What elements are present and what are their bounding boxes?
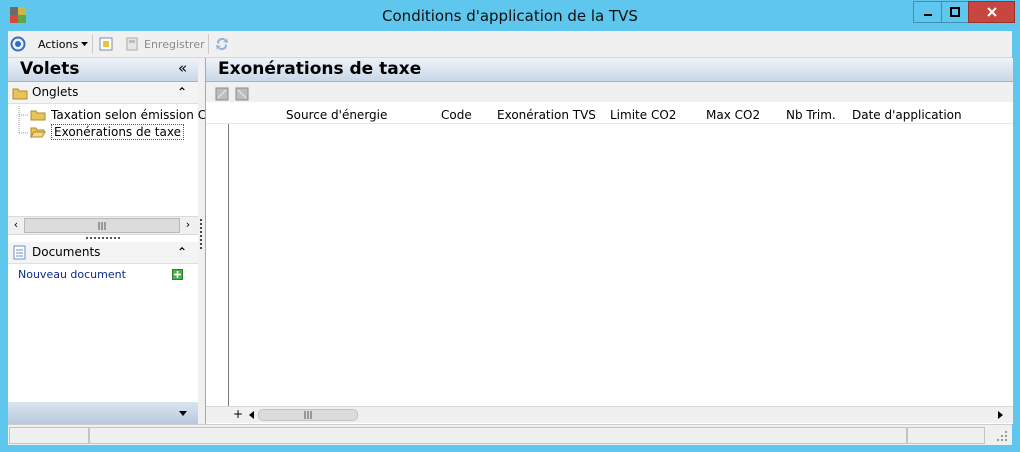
column-header[interactable]: Source d'énergie: [286, 108, 387, 122]
new-button[interactable]: [98, 35, 114, 53]
column-header[interactable]: Max CO2: [706, 108, 760, 122]
scroll-right-arrow-icon[interactable]: ›: [182, 218, 194, 232]
target-icon: [10, 36, 26, 52]
dropdown-arrow-icon[interactable]: [178, 410, 188, 418]
add-row-icon[interactable]: +: [233, 407, 243, 421]
content-header: Exonérations de taxe: [206, 58, 1013, 82]
onglets-section-header[interactable]: Onglets ⌃: [8, 82, 198, 104]
dropdown-arrow-icon: [81, 42, 89, 46]
left-horizontal-scrollbar[interactable]: ‹ ›: [8, 216, 198, 235]
pane-footer: [8, 402, 198, 424]
scroll-thumb[interactable]: [24, 218, 180, 233]
scroll-right-arrow-icon[interactable]: [996, 410, 1004, 420]
document-icon: [13, 245, 26, 260]
left-pane: Volets « Onglets ⌃ Taxation selon émissi…: [8, 58, 223, 424]
scroll-thumb[interactable]: [258, 409, 358, 421]
grip-icon: [98, 222, 106, 230]
actions-label: Actions: [38, 37, 79, 51]
actions-menu-button[interactable]: Actions: [38, 35, 90, 53]
refresh-icon: [216, 38, 228, 51]
save-button[interactable]: Enregistrer: [124, 35, 205, 53]
window-title: Conditions d'application de la TVS: [382, 7, 638, 25]
save-label: Enregistrer: [144, 37, 205, 51]
minimize-button[interactable]: [913, 1, 942, 23]
refresh-button[interactable]: [214, 35, 230, 53]
folder-icon: [12, 88, 28, 100]
grid-horizontal-scrollbar[interactable]: +: [206, 406, 1013, 423]
grid-row-selector-column: [206, 106, 229, 406]
volets-title: Volets: [20, 59, 80, 79]
maximize-icon: [950, 7, 960, 17]
grid-tool-icon[interactable]: [215, 87, 229, 101]
onglets-label: Onglets: [32, 85, 79, 99]
status-cell: [9, 427, 89, 444]
close-button[interactable]: [968, 1, 1015, 23]
volets-header: Volets «: [8, 58, 198, 82]
new-document-icon: [99, 37, 113, 51]
column-header[interactable]: Date d'application: [852, 108, 962, 122]
content-pane: Exonérations de taxe Source d'énergie Co…: [205, 58, 1013, 424]
tree-item-label: Exonérations de taxe: [51, 124, 184, 140]
collapse-pane-button[interactable]: «: [178, 59, 187, 77]
title-bar[interactable]: Conditions d'application de la TVS: [0, 0, 1020, 31]
minimize-icon: [923, 14, 932, 16]
status-bar: [8, 424, 1012, 445]
collapse-section-icon[interactable]: ⌃: [177, 85, 187, 99]
application-window: Conditions d'application de la TVS Actio…: [0, 0, 1020, 452]
toolbar-separator: [208, 34, 209, 54]
add-icon[interactable]: [172, 269, 183, 280]
scroll-left-arrow-icon[interactable]: [248, 410, 256, 420]
resize-grip-icon[interactable]: [996, 430, 1008, 442]
home-button[interactable]: [10, 35, 26, 53]
client-area: Actions Enregistrer Volets « Onglets ⌃ T…: [8, 31, 1013, 445]
grid-header: Source d'énergie Code Exonération TVS Li…: [206, 106, 1013, 124]
grip-icon: [304, 411, 312, 419]
documents-label: Documents: [32, 245, 101, 259]
column-header[interactable]: Limite CO2: [610, 108, 676, 122]
grid-tool-icon[interactable]: [235, 87, 249, 101]
open-folder-icon: [30, 127, 46, 138]
new-document-link[interactable]: Nouveau document: [18, 268, 126, 281]
tree-item-label: Taxation selon émission CO2: [51, 108, 224, 122]
vertical-splitter-handle[interactable]: [200, 219, 204, 249]
grid-toolbar: [206, 82, 1013, 102]
toolbar-separator: [92, 34, 93, 54]
collapse-section-icon[interactable]: ⌃: [177, 245, 187, 259]
column-header[interactable]: Exonération TVS: [497, 108, 596, 122]
save-icon: [126, 37, 138, 51]
double-chevron-left-icon: «: [178, 59, 188, 77]
close-icon: [986, 7, 997, 17]
page-title: Exonérations de taxe: [218, 59, 422, 79]
status-cell: [907, 427, 985, 444]
tree-item-exonerations[interactable]: Exonérations de taxe: [30, 124, 184, 140]
tree-item-taxation[interactable]: Taxation selon émission CO2: [30, 107, 223, 123]
folder-icon: [30, 110, 46, 121]
column-header[interactable]: Code: [441, 108, 472, 122]
scroll-left-arrow-icon[interactable]: ‹: [10, 218, 22, 232]
column-header[interactable]: Nb Trim.: [786, 108, 836, 122]
main-toolbar: Actions Enregistrer: [8, 31, 1012, 58]
maximize-button[interactable]: [941, 1, 969, 23]
status-cell: [89, 427, 907, 444]
documents-section-header[interactable]: Documents ⌃: [8, 242, 198, 264]
